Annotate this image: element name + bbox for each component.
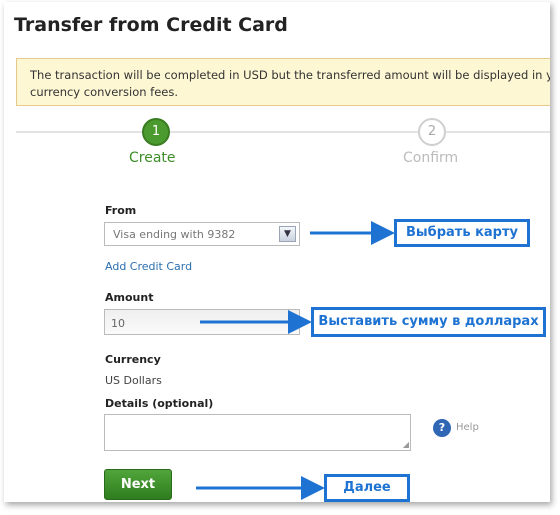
callout-next: Далее [324,474,410,502]
step-2-label: Confirm [403,150,459,166]
amount-label: Amount [105,291,154,304]
from-card-select[interactable]: Visa ending with 9382 ▼ [104,222,300,246]
callout-select-card: Выбрать карту [394,219,530,247]
from-label: From [105,204,137,217]
resize-handle-icon[interactable]: ◢ [403,441,409,449]
progress-line [16,131,144,133]
help-link[interactable]: Help [456,422,479,433]
progress-line [446,131,550,133]
from-card-value: Visa ending with 9382 [113,228,236,241]
details-textarea[interactable]: ◢ [104,414,411,451]
add-credit-card-link[interactable]: Add Credit Card [105,260,192,273]
currency-label: Currency [105,353,161,366]
details-label: Details (optional) [105,397,214,410]
step-1-label: Create [129,150,176,166]
next-button[interactable]: Next [104,469,172,500]
chevron-down-icon[interactable]: ▼ [279,226,296,242]
currency-notice: The transaction will be completed in USD… [16,58,550,106]
step-1-circle: 1 [142,118,170,146]
help-icon[interactable]: ? [433,419,451,437]
transfer-window: Transfer from Credit Card The transactio… [4,2,550,502]
page-title: Transfer from Credit Card [14,14,288,36]
step-2-circle: 2 [418,118,446,146]
progress-line [168,131,420,133]
currency-value: US Dollars [105,374,162,387]
amount-input[interactable]: 10 [104,309,300,335]
notice-line-1: The transaction will be completed in USD… [30,68,550,82]
notice-line-2: currency conversion fees. [30,85,179,99]
callout-set-amount: Выставить сумму в долларах [311,307,546,337]
